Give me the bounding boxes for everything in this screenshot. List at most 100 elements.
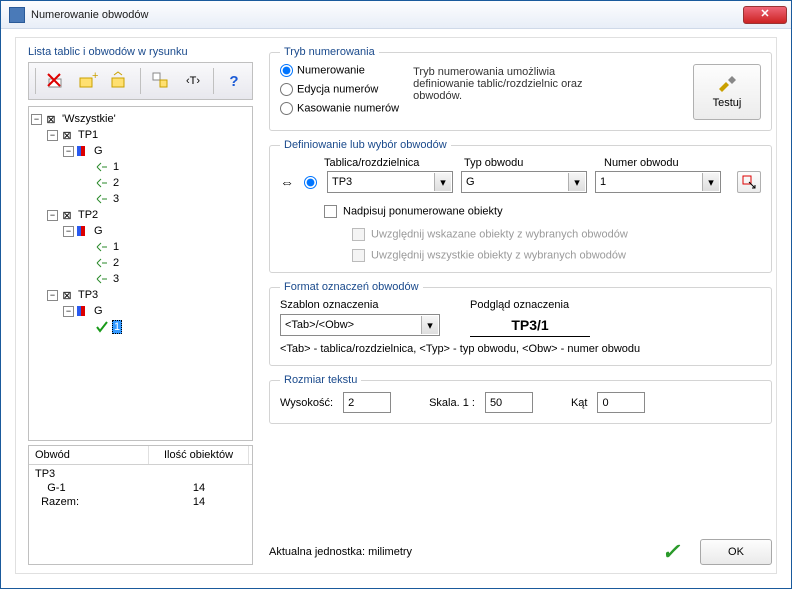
flag-icon: [76, 305, 90, 317]
format-legend: Format oznaczeń obwodów: [280, 281, 423, 293]
tree-node-tp2[interactable]: TP2: [77, 209, 99, 221]
pick-button[interactable]: [737, 171, 761, 193]
tree-root[interactable]: 'Wszystkie': [61, 113, 117, 125]
window: Numerowanie obwodów ✕ Lista tablic i obw…: [0, 0, 792, 589]
test-button[interactable]: Testuj: [693, 64, 761, 120]
toolbar-help-button[interactable]: ?: [220, 67, 248, 95]
angle-input[interactable]: 0: [597, 392, 645, 413]
boxed-x-icon: ⊠: [60, 129, 74, 141]
tree-leaf[interactable]: 3: [112, 193, 120, 205]
checkbox-overwrite[interactable]: [324, 205, 337, 218]
svg-text:+: +: [92, 71, 98, 82]
current-unit-label: Aktualna jednostka: milimetry: [269, 546, 412, 558]
numbering-mode-legend: Tryb numerowania: [280, 46, 379, 58]
label-number: Numer obwodu: [604, 157, 736, 169]
table-combo[interactable]: TP3▾: [327, 171, 453, 193]
chevron-down-icon[interactable]: ▾: [702, 173, 719, 191]
label-height: Wysokość:: [280, 397, 333, 409]
label-table: Tablica/rozdzielnica: [324, 157, 456, 169]
format-group: Format oznaczeń obwodów Szablon oznaczen…: [269, 281, 772, 366]
tree-leaf[interactable]: 2: [112, 257, 120, 269]
list-row: G-114: [29, 481, 252, 495]
toolbar-text-button[interactable]: ‹T›: [179, 67, 207, 95]
format-legend-text: <Tab> - tablica/rozdzielnica, <Typ> - ty…: [280, 343, 761, 355]
define-circuits-legend: Definiowanie lub wybór obwodów: [280, 139, 451, 151]
tree-leaf[interactable]: 2: [112, 177, 120, 189]
text-size-legend: Rozmiar tekstu: [280, 374, 361, 386]
chevron-down-icon[interactable]: ▾: [568, 173, 585, 191]
toolbar-group-button[interactable]: [147, 67, 175, 95]
hammer-icon: [716, 75, 738, 93]
type-combo[interactable]: G▾: [461, 171, 587, 193]
circuit-icon: [95, 177, 109, 189]
number-combo[interactable]: 1▾: [595, 171, 721, 193]
checkbox-include-selected: [352, 228, 365, 241]
preview-text: TP3/1: [470, 313, 590, 337]
expand-icon[interactable]: −: [31, 114, 42, 125]
radio-numbering[interactable]: Numerowanie: [280, 64, 399, 77]
flag-icon: [76, 145, 90, 157]
expand-icon[interactable]: −: [63, 306, 74, 317]
list-row: Razem:14: [29, 495, 252, 509]
tree-node-g[interactable]: G: [93, 225, 104, 237]
list-row: TP3: [29, 467, 252, 481]
expand-icon[interactable]: −: [47, 130, 58, 141]
tree-leaf[interactable]: 1: [112, 241, 120, 253]
circuit-icon: [95, 161, 109, 173]
circuit-icon: [95, 257, 109, 269]
boxed-x-icon: ⊠: [44, 113, 58, 125]
tree-leaf[interactable]: 3: [112, 273, 120, 285]
tree-node-g[interactable]: G: [93, 145, 104, 157]
list-header-count[interactable]: Ilość obiektów: [149, 446, 249, 464]
label-scale: Skala. 1 :: [429, 397, 475, 409]
numbering-mode-group: Tryb numerowania Numerowanie Edycja nume…: [269, 46, 772, 131]
tree-node-g[interactable]: G: [93, 305, 104, 317]
template-combo[interactable]: <Tab>/<Obw>▾: [280, 314, 440, 336]
window-title: Numerowanie obwodów: [31, 9, 148, 21]
chevron-down-icon[interactable]: ▾: [421, 316, 438, 334]
circuit-icon: [95, 273, 109, 285]
expand-icon[interactable]: −: [47, 290, 58, 301]
titlebar: Numerowanie obwodów ✕: [1, 1, 791, 29]
toolbar-exclude-button[interactable]: [42, 67, 70, 95]
boxed-x-icon: ⊠: [60, 289, 74, 301]
scale-input[interactable]: 50: [485, 392, 533, 413]
radio-edit[interactable]: Edycja numerów: [280, 83, 399, 96]
toolbar-add-yellow2-button[interactable]: [106, 67, 134, 95]
label-preview: Podgląd oznaczenia: [470, 299, 569, 311]
list-header-circuit[interactable]: Obwód: [29, 446, 149, 464]
tree-view[interactable]: −⊠'Wszystkie' −⊠TP1 −G 1 2 3 −⊠TP2 −G 1 …: [28, 106, 253, 441]
checkbox-include-all: [352, 249, 365, 262]
circuit-icon: [95, 193, 109, 205]
boxed-x-icon: ⊠: [60, 209, 74, 221]
expand-icon[interactable]: −: [63, 226, 74, 237]
flag-icon: [76, 225, 90, 237]
text-size-group: Rozmiar tekstu Wysokość: 2 Skala. 1 : 50…: [269, 374, 772, 424]
check-icon: [95, 321, 109, 333]
check-icon: ✓: [662, 539, 680, 565]
toolbar-add-yellow-button[interactable]: +: [74, 67, 102, 95]
radio-delete[interactable]: Kasowanie numerów: [280, 102, 399, 115]
expand-icon[interactable]: −: [63, 146, 74, 157]
content: Lista tablic i obwodów w rysunku +: [15, 37, 777, 574]
chevron-down-icon[interactable]: ▾: [434, 173, 451, 191]
label-template: Szablon oznaczenia: [280, 299, 440, 311]
row-radio[interactable]: [304, 176, 317, 189]
swap-icon[interactable]: ⇔: [280, 174, 296, 190]
label-type: Typ obwodu: [464, 157, 596, 169]
expand-icon[interactable]: −: [47, 210, 58, 221]
tree-leaf-selected[interactable]: 1: [112, 320, 122, 334]
tree-leaf[interactable]: 1: [112, 161, 120, 173]
define-circuits-group: Definiowanie lub wybór obwodów Tablica/r…: [269, 139, 772, 273]
circuit-icon: [95, 241, 109, 253]
tree-node-tp3[interactable]: TP3: [77, 289, 99, 301]
circuit-list: Obwód Ilość obiektów TP3 G-114 Razem:14: [28, 445, 253, 565]
left-panel-title: Lista tablic i obwodów w rysunku: [28, 46, 253, 58]
close-button[interactable]: ✕: [743, 6, 787, 24]
app-icon: [9, 7, 25, 23]
tree-node-tp1[interactable]: TP1: [77, 129, 99, 141]
ok-button[interactable]: OK: [700, 539, 772, 565]
tree-toolbar: + ‹T› ?: [28, 62, 253, 100]
label-angle: Kąt: [571, 397, 588, 409]
height-input[interactable]: 2: [343, 392, 391, 413]
